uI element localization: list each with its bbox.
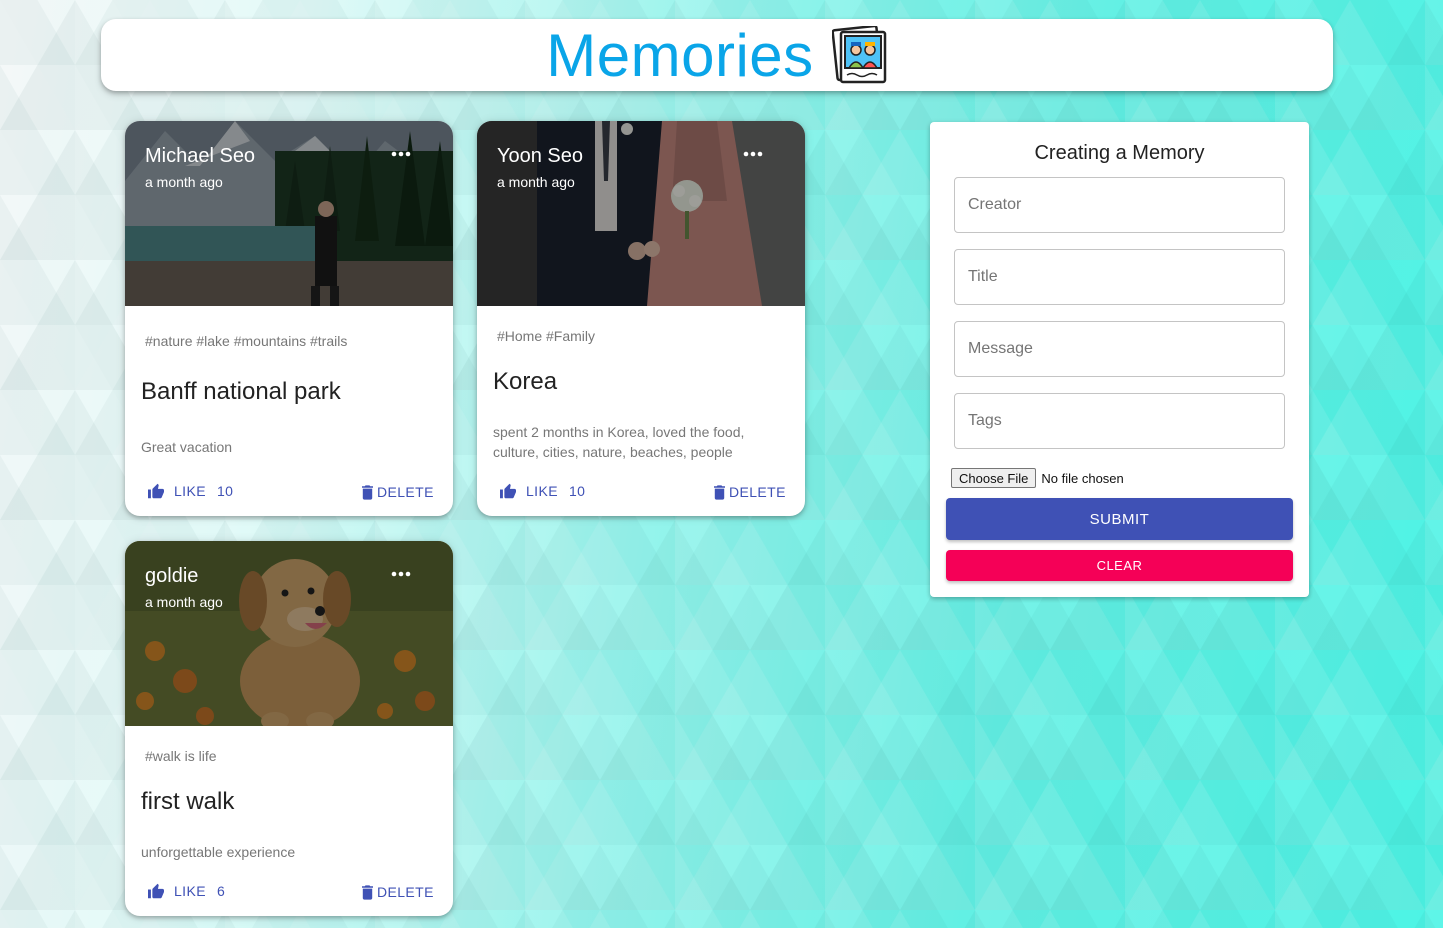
- post-tags: #Home #Family: [497, 328, 596, 344]
- trash-icon: [362, 484, 373, 500]
- like-button[interactable]: LIKE 10: [147, 483, 233, 499]
- creator-field[interactable]: [954, 177, 1285, 233]
- post-title: Korea: [493, 368, 558, 395]
- post-card: Yoon Seo a month ago #Home #Family Korea…: [477, 121, 805, 516]
- like-label: LIKE: [526, 483, 558, 499]
- like-label: LIKE: [174, 483, 206, 499]
- title-field[interactable]: [954, 249, 1285, 305]
- message-field[interactable]: [954, 321, 1285, 377]
- delete-label: DELETE: [377, 884, 434, 900]
- post-image: goldie a month ago: [125, 541, 453, 730]
- app-title: Memories: [546, 21, 814, 89]
- post-title: Banff national park: [141, 378, 341, 405]
- like-count: 10: [216, 483, 234, 499]
- delete-label: DELETE: [377, 484, 434, 500]
- like-button[interactable]: LIKE 6: [147, 883, 225, 899]
- post-image: Yoon Seo a month ago: [477, 121, 805, 306]
- file-input: Choose File No file chosen: [951, 468, 1124, 488]
- tags-field[interactable]: [954, 393, 1285, 449]
- like-count: 10: [568, 483, 586, 499]
- post-title: first walk: [141, 788, 235, 815]
- post-message: spent 2 months in Korea, loved the food,…: [493, 424, 745, 460]
- post-creator: Yoon Seo: [497, 145, 584, 167]
- family-photo-icon: [831, 26, 886, 84]
- app-bar: Memories: [101, 19, 1333, 91]
- trash-icon: [714, 484, 725, 500]
- post-time: a month ago: [145, 594, 223, 610]
- thumb-up-icon: [148, 483, 164, 499]
- like-button[interactable]: LIKE 10: [499, 483, 585, 499]
- more-horizontal-icon[interactable]: [391, 569, 411, 579]
- post-tags: #walk is life: [145, 748, 217, 764]
- like-label: LIKE: [174, 883, 206, 899]
- delete-label: DELETE: [729, 484, 786, 500]
- delete-button[interactable]: DELETE: [714, 484, 786, 500]
- submit-button[interactable]: SUBMIT: [946, 498, 1293, 540]
- trash-icon: [362, 884, 373, 900]
- more-horizontal-icon[interactable]: [743, 149, 763, 159]
- post-image: Michael Seo a month ago: [125, 121, 453, 306]
- create-memory-form: Creating a Memory Choose File No file ch…: [930, 122, 1309, 597]
- thumb-up-icon: [148, 883, 164, 899]
- post-tags: #nature #lake #mountains #trails: [145, 333, 348, 349]
- form-heading: Creating a Memory: [1034, 142, 1205, 164]
- choose-file-button[interactable]: Choose File: [951, 468, 1037, 488]
- delete-button[interactable]: DELETE: [362, 884, 434, 900]
- post-card: Michael Seo a month ago #nature #lake #m…: [125, 121, 453, 516]
- clear-button[interactable]: CLEAR: [946, 550, 1293, 581]
- post-card: goldie a month ago #walk is life first w…: [125, 541, 453, 916]
- post-message: unforgettable experience: [141, 844, 296, 860]
- like-count: 6: [216, 883, 226, 899]
- post-time: a month ago: [497, 174, 575, 190]
- file-status: No file chosen: [1041, 470, 1124, 486]
- post-message: Great vacation: [141, 439, 233, 455]
- post-creator: goldie: [145, 565, 199, 587]
- more-horizontal-icon[interactable]: [391, 149, 411, 159]
- delete-button[interactable]: DELETE: [362, 484, 434, 500]
- post-creator: Michael Seo: [145, 145, 256, 167]
- thumb-up-icon: [500, 483, 516, 499]
- post-time: a month ago: [145, 174, 223, 190]
